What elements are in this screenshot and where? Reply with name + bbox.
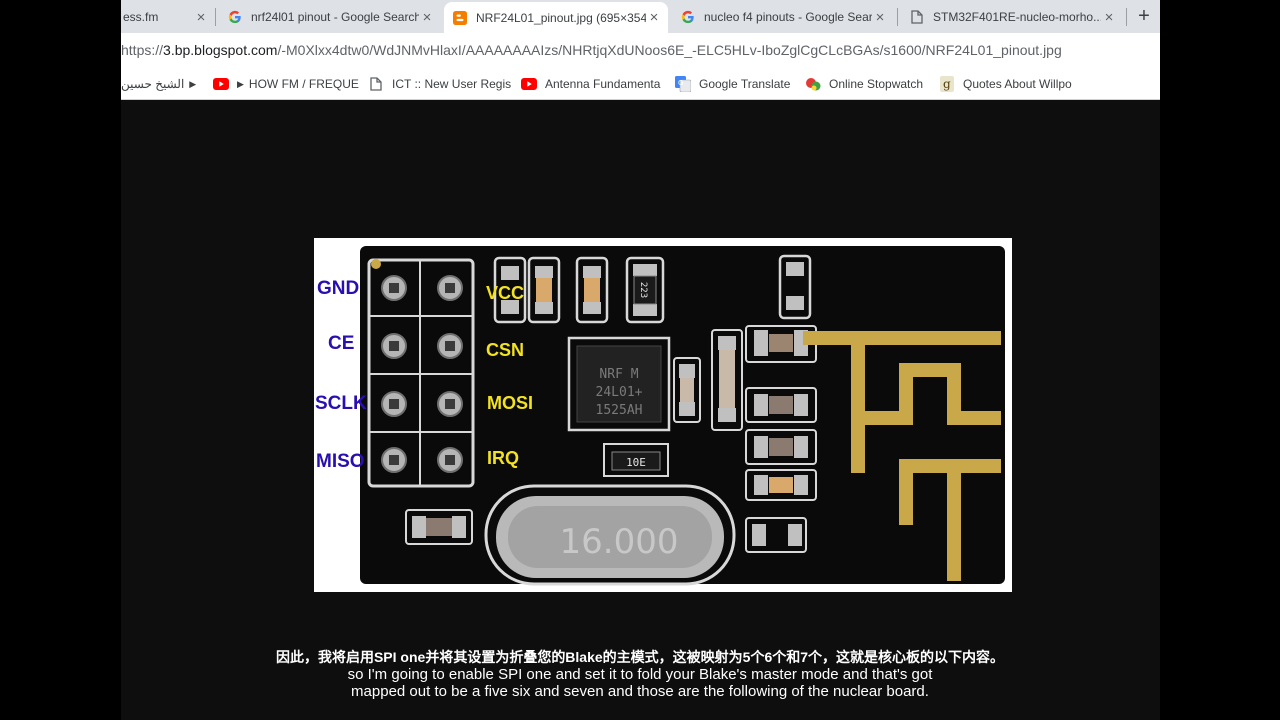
nrf24l01-pinout-image[interactable]: 223 NRF M 24L01+ 1525AH 10E 16.000 GND C… (314, 238, 1012, 592)
close-icon[interactable]: × (193, 9, 209, 26)
tab-nrf-google-search[interactable]: nrf24l01 pinout - Google Search × (219, 4, 441, 30)
pin-label-mosi: MOSI (487, 393, 534, 413)
blogger-icon (452, 10, 468, 26)
subtitle-chinese: 因此，我将启用SPI one并将其设置为折叠您的Blake的主模式，这被映射为5… (275, 649, 1005, 665)
arrow-play-icon: ▶ (189, 78, 197, 89)
tab-label: ess.fm (123, 10, 159, 24)
tab-nucleo-google-search[interactable]: nucleo f4 pinouts - Google Search × (672, 4, 894, 30)
pin-label-miso: MISO (316, 451, 365, 472)
close-icon[interactable]: × (419, 9, 435, 26)
bookmark-how-fm[interactable]: ▶ HOW FM / FREQUE (213, 75, 359, 93)
chip-text-line-3: 1525AH (596, 403, 643, 418)
browser-window: ess.fm × nrf24l01 pinout - Google Search… (121, 0, 1160, 720)
tab-separator (1126, 8, 1127, 26)
arrow-play-icon: ▶ (237, 78, 244, 89)
page-icon (368, 76, 384, 92)
close-icon[interactable]: × (872, 9, 888, 26)
bookmark-sheikh[interactable]: الشيخ حسين ▶ (121, 75, 201, 93)
bookmark-quotes-willpower[interactable]: g Quotes About Willpo (939, 75, 1072, 93)
small-chip-label: 10E (626, 456, 646, 469)
tab-label: nucleo f4 pinouts - Google Search (704, 10, 872, 24)
url-host: 3.bp.blogspot.com (163, 42, 278, 58)
bookmark-label: Google Translate (699, 77, 791, 91)
crystal-label: 16.000 (560, 522, 679, 562)
new-tab-button[interactable]: + (1133, 5, 1155, 28)
page-icon (909, 9, 925, 25)
image-viewer: 223 NRF M 24L01+ 1525AH 10E 16.000 GND C… (121, 101, 1160, 720)
tab-nrf-image-active[interactable]: NRF24L01_pinout.jpg (695×354) × (444, 2, 668, 33)
youtube-icon (521, 76, 537, 92)
bookmark-google-translate[interactable]: G Google Translate (675, 75, 790, 93)
bookmark-label: Quotes About Willpo (963, 77, 1072, 91)
pin-label-ce: CE (328, 333, 355, 354)
goodreads-icon: g (939, 76, 955, 92)
subtitle-english-line-2: mapped out to be a five six and seven an… (351, 683, 929, 700)
google-icon (680, 9, 696, 25)
pin-label-csn: CSN (486, 340, 525, 360)
subtitle-english-line-1: so I'm going to enable SPI one and set i… (347, 666, 933, 683)
chip-text-line-1: NRF M (599, 367, 638, 382)
url-path: /-M0Xlxx4dtw0/WdJNMvHlaxI/AAAAAAAAIzs/NH… (277, 42, 1062, 58)
svg-text:g: g (943, 77, 951, 91)
pin-label-gnd: GND (317, 278, 360, 299)
tab-label: nrf24l01 pinout - Google Search (251, 10, 419, 24)
bookmark-online-stopwatch[interactable]: Online Stopwatch (805, 75, 923, 93)
tab-essfm[interactable]: ess.fm × (121, 4, 215, 30)
bookmark-label: Antenna Fundamenta (545, 77, 661, 91)
tab-stm32-nucleo[interactable]: STM32F401RE-nucleo-morho... × (901, 4, 1123, 30)
svg-text:G: G (678, 79, 683, 87)
close-icon[interactable]: × (1101, 9, 1117, 26)
url-prefix: https:// (121, 42, 164, 58)
google-translate-icon: G (675, 76, 691, 92)
tab-separator (215, 8, 216, 26)
address-bar[interactable]: https://3.bp.blogspot.com/-M0Xlxx4dtw0/W… (121, 33, 1160, 67)
bookmark-ict[interactable]: ICT :: New User Regis (368, 75, 511, 93)
url-text[interactable]: https://3.bp.blogspot.com/-M0Xlxx4dtw0/W… (121, 42, 1062, 58)
tab-separator (897, 8, 898, 26)
tab-strip: ess.fm × nrf24l01 pinout - Google Search… (121, 0, 1160, 33)
video-subtitles: 因此，我将启用SPI one并将其设置为折叠您的Blake的主模式，这被映射为5… (0, 648, 1280, 700)
pin-label-vcc: VCC (486, 283, 525, 303)
close-icon[interactable]: × (646, 9, 662, 26)
tab-label: NRF24L01_pinout.jpg (695×354) (476, 10, 646, 25)
bookmark-label: Online Stopwatch (829, 77, 924, 91)
chip-text-line-2: 24L01+ (596, 385, 643, 400)
google-icon (227, 9, 243, 25)
bookmarks-bar: الشيخ حسين ▶ ▶ HOW FM / FREQUE ICT :: Ne… (121, 67, 1160, 100)
bookmark-label: ICT :: New User Regis (392, 77, 512, 91)
bookmark-label: الشيخ حسين (121, 77, 185, 91)
pin-label-sclk: SCLK (315, 393, 367, 414)
tab-label: STM32F401RE-nucleo-morho... (933, 10, 1101, 24)
stopwatch-icon (805, 76, 821, 92)
bookmark-label: HOW FM / FREQUE (248, 77, 359, 91)
youtube-icon (213, 76, 229, 92)
bookmark-antenna[interactable]: Antenna Fundamenta (521, 75, 660, 93)
pcb-illustration: 223 NRF M 24L01+ 1525AH 10E 16.000 (360, 246, 1005, 586)
pin-label-irq: IRQ (487, 448, 520, 468)
resistor-label: 223 (638, 282, 648, 298)
